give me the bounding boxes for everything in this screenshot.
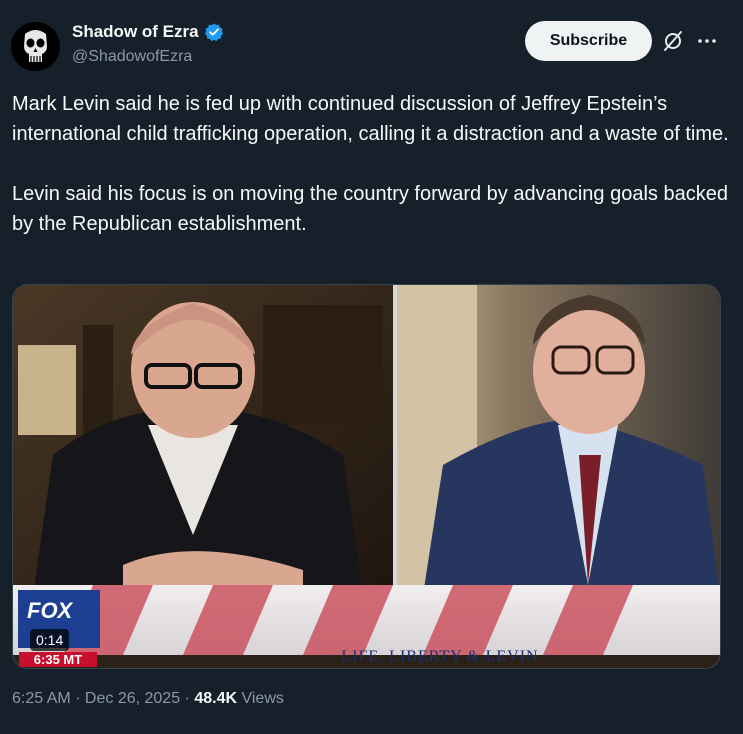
author-name-row[interactable]: Shadow of Ezra	[72, 22, 224, 42]
post-time[interactable]: 6:25 AM	[12, 690, 71, 707]
fox-clock: 6:35 MT	[19, 652, 97, 667]
video-player[interactable]: FOX	[12, 284, 721, 669]
fox-logo-text: FOX	[27, 598, 74, 623]
video-frame: FOX	[13, 285, 720, 655]
views-count: 48.4K	[194, 690, 238, 707]
subscribe-button[interactable]: Subscribe	[525, 21, 652, 61]
author-avatar[interactable]	[11, 22, 60, 71]
verified-badge-icon[interactable]	[204, 22, 224, 42]
post-text: Mark Levin said he is fed up with contin…	[12, 93, 729, 235]
more-options-icon[interactable]	[696, 30, 718, 52]
views-label: Views	[241, 690, 284, 707]
video-duration-badge: 0:14	[30, 629, 70, 651]
author-handle[interactable]: @ShadowofEzra	[72, 48, 192, 66]
author-display-name[interactable]: Shadow of Ezra	[72, 22, 199, 42]
show-chyron: · LIFE, LIBERTY & LEVIN ·	[330, 648, 550, 665]
grok-icon[interactable]	[662, 30, 684, 52]
post-metadata: 6:25 AM · Dec 26, 2025 · 48.4K Views	[12, 690, 284, 707]
show-chyron-title: LIFE, LIBERTY & LEVIN	[341, 648, 539, 665]
punisher-skull-icon	[11, 22, 60, 71]
post-date[interactable]: Dec 26, 2025	[85, 690, 180, 707]
